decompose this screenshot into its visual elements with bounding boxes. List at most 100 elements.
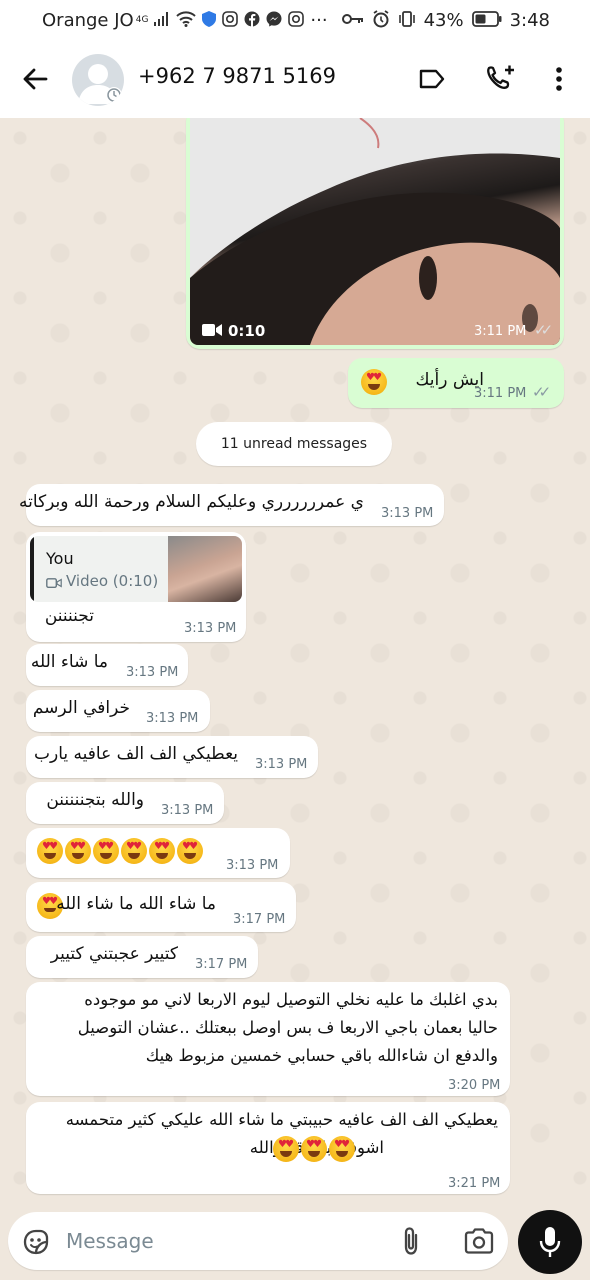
incoming-message-bubble[interactable]: بدي اغلبك ما عليه نخلي التوصيل ليوم الار… (26, 982, 510, 1096)
label-button[interactable] (415, 62, 449, 96)
paperclip-icon (404, 1227, 418, 1255)
message-time: 3:11 PM (474, 386, 527, 401)
battery-percent: 43% (423, 9, 464, 31)
phone-plus-icon (487, 65, 514, 89)
message-time: 3:13 PM (184, 621, 237, 636)
message-text: ما شاء الله (30, 652, 108, 672)
heart-eyes-emoji-icon (149, 838, 175, 864)
message-input-bar[interactable]: Message (8, 1212, 508, 1270)
back-button[interactable] (18, 62, 52, 96)
incoming-message-bubble[interactable]: ي عمرررررري وعليكم السلام ورحمة الله وبر… (19, 484, 444, 526)
message-time: 3:17 PM (195, 957, 248, 972)
message-time: 3:13 PM (255, 757, 308, 772)
message-input-placeholder[interactable]: Message (66, 1229, 154, 1253)
attach-button[interactable] (400, 1226, 422, 1260)
contact-name[interactable]: +962 7 9871 5169 (138, 64, 336, 88)
clock: 3:48 (509, 9, 550, 31)
facebook-icon (244, 11, 260, 30)
incoming-message-bubble[interactable]: خرافي الرسم 3:13 PM (26, 690, 210, 732)
message-text: تجننننن (44, 606, 94, 626)
message-time: 3:13 PM (381, 506, 434, 521)
wifi-icon (176, 10, 197, 30)
key-icon (341, 12, 364, 28)
heart-eyes-emoji-icon (65, 838, 91, 864)
message-time: 3:17 PM (233, 912, 286, 927)
heart-eyes-emoji-icon (301, 1136, 327, 1162)
battery-icon (471, 10, 502, 30)
incoming-message-bubble[interactable]: كتيير عجبتني كتيير 3:17 PM (26, 936, 258, 978)
video-camera-icon (202, 322, 222, 341)
sticker-button[interactable] (22, 1228, 50, 1260)
outgoing-message-bubble[interactable]: ايش رأيك 3:11 PM ✓✓ (348, 358, 564, 408)
back-arrow-icon (23, 68, 48, 90)
heart-eyes-emoji-row (36, 838, 204, 864)
message-time: 3:13 PM (226, 858, 279, 873)
video-duration: 0:10 (228, 322, 266, 340)
message-text-line: بدي اغلبك ما عليه نخلي التوصيل ليوم الار… (84, 990, 498, 1009)
composer: Message (0, 1198, 590, 1280)
chat-area[interactable]: 0:10 3:11 PM ✓✓ ايش رأيك 3:11 PM ✓✓ 11 u… (0, 118, 590, 1198)
read-ticks-icon: ✓✓ (532, 383, 551, 401)
heart-eyes-emoji-icon (273, 1136, 299, 1162)
video-frame-image (190, 118, 560, 345)
heart-eyes-emoji-icon (37, 838, 63, 864)
message-time: 3:20 PM (448, 1078, 501, 1093)
microphone-icon (539, 1227, 561, 1257)
avatar[interactable] (72, 54, 124, 106)
signal-icon (154, 11, 170, 29)
quote-author: You (46, 549, 74, 568)
kebab-menu-icon (556, 67, 562, 91)
message-text: ي عمرررررري وعليكم السلام ورحمة الله وبر… (19, 492, 364, 512)
label-tag-icon (419, 69, 445, 89)
more-options-button[interactable] (542, 62, 576, 96)
message-time: 3:13 PM (161, 803, 214, 818)
video-camera-icon (46, 574, 62, 593)
reply-quote[interactable]: You Video (0:10) (30, 536, 242, 602)
message-text: ما شاء الله ما شاء الله (56, 894, 216, 914)
quote-thumbnail (168, 536, 242, 602)
message-text-line: يعطيكي الف الف عافيه حبيبتي ما شاء الله … (65, 1110, 498, 1129)
chat-header: +962 7 9871 5169 (0, 40, 590, 118)
message-text: كتيير عجبتني كتيير (50, 944, 178, 964)
messenger-icon (266, 11, 282, 30)
incoming-emoji-bubble[interactable]: 3:13 PM (26, 828, 290, 878)
heart-eyes-emoji-icon (121, 838, 147, 864)
incoming-message-bubble[interactable]: ما شاء الله ما شاء الله 3:17 PM (26, 882, 296, 932)
quote-accent-bar (30, 536, 34, 602)
voice-record-button[interactable] (518, 1210, 582, 1274)
camera-icon (464, 1228, 494, 1254)
default-avatar-icon (78, 64, 122, 104)
message-text-line: والدفع ان شاءالله باقي حسابي خمسين مزبوط… (145, 1046, 498, 1065)
status-bar: Orange JO 4G ··· 43% 3:48 (0, 0, 590, 40)
quote-label: Video (0:10) (66, 572, 159, 590)
shield-icon (202, 10, 217, 30)
unread-messages-banner: 11 unread messages (196, 422, 392, 466)
video-thumbnail[interactable]: 0:10 3:11 PM ✓✓ (190, 118, 560, 345)
message-text: خرافي الرسم (32, 698, 130, 718)
heart-eyes-emoji-icon (329, 1136, 355, 1162)
alarm-icon (372, 9, 390, 31)
sticker-icon (23, 1229, 49, 1255)
camera-button[interactable] (464, 1228, 494, 1258)
incoming-message-bubble[interactable]: ما شاء الله 3:13 PM (26, 644, 188, 686)
heart-eyes-emoji-icon (93, 838, 119, 864)
more-notifications-icon: ··· (310, 9, 328, 31)
incoming-message-bubble[interactable]: والله بتجنننننن 3:13 PM (26, 782, 224, 824)
heart-eyes-emoji-icon (177, 838, 203, 864)
heart-eyes-emoji-row (272, 1136, 356, 1162)
video-message-bubble[interactable]: 0:10 3:11 PM ✓✓ (186, 118, 564, 349)
incoming-message-bubble[interactable]: يعطيكي الف الف عافيه يارب 3:13 PM (26, 736, 318, 778)
message-text-line: حاليا بعمان باجي الاربعا ف بس اوصل ببعتل… (77, 1018, 498, 1037)
message-time: 3:11 PM (474, 324, 527, 339)
read-ticks-icon: ✓✓ (534, 321, 553, 339)
message-text: يعطيكي الف الف عافيه يارب (34, 744, 238, 764)
instagram-icon (222, 10, 239, 30)
incoming-message-bubble[interactable]: يعطيكي الف الف عافيه حبيبتي ما شاء الله … (26, 1102, 510, 1194)
message-text: والله بتجنننننن (46, 790, 144, 810)
unread-count-label: 11 unread messages (220, 436, 368, 452)
heart-eyes-emoji-icon (360, 369, 388, 395)
vibrate-icon (398, 10, 416, 31)
add-call-button[interactable] (483, 62, 517, 96)
message-time: 3:13 PM (126, 665, 179, 680)
instagram-icon (288, 10, 305, 30)
